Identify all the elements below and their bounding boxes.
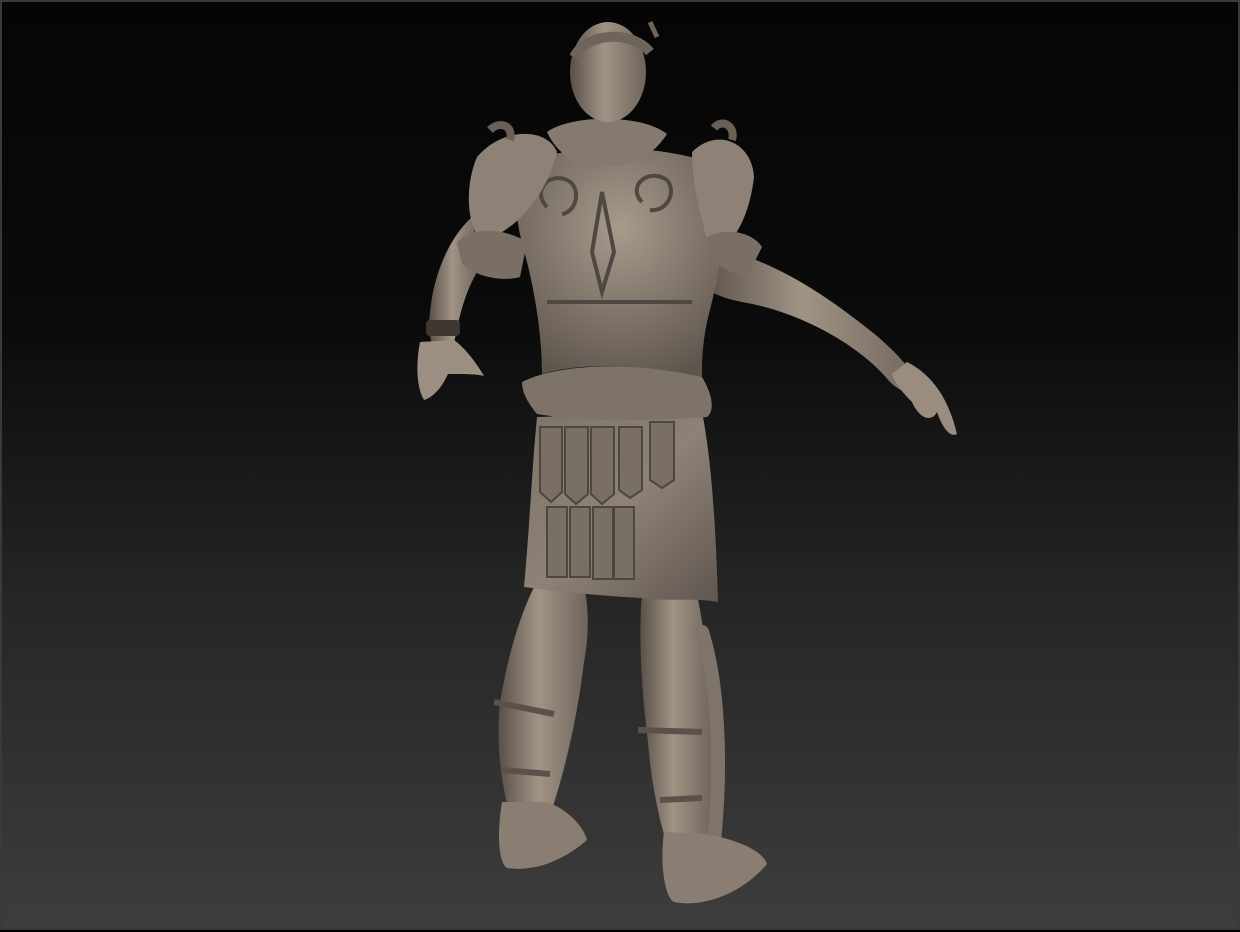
right-arm: [700, 247, 957, 435]
waist-sash: [522, 366, 712, 421]
sculpted-figure: [417, 20, 957, 904]
sculpt-viewport[interactable]: [0, 0, 1240, 930]
skirt: [524, 412, 718, 602]
wrist-band: [426, 320, 460, 336]
sandals: [499, 802, 767, 904]
head: [569, 20, 660, 122]
